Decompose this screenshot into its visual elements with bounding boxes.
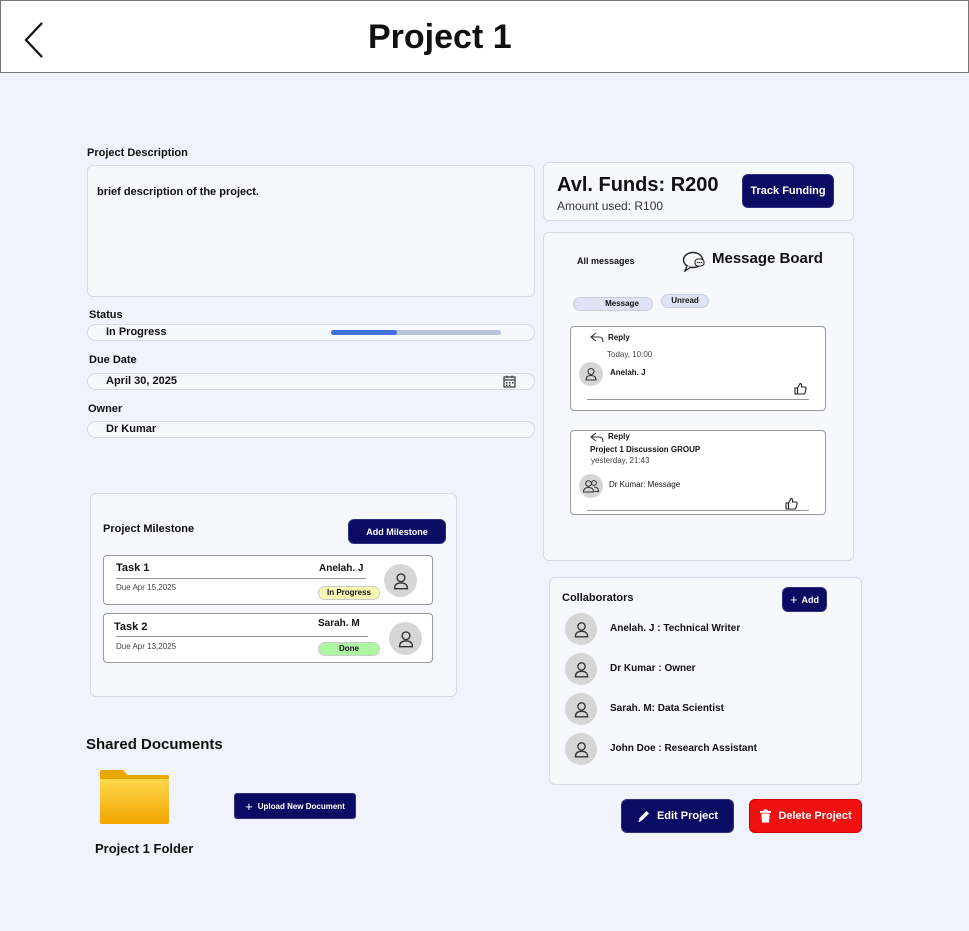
edit-project-button[interactable]: Edit Project xyxy=(621,799,734,833)
avatar xyxy=(565,733,597,765)
add-milestone-button[interactable]: Add Milestone xyxy=(348,519,446,544)
add-milestone-label: Add Milestone xyxy=(366,526,428,537)
due-date-label: Due Date xyxy=(89,354,137,366)
collaborators-card: Collaborators + Add Anelah. J : Technica… xyxy=(549,577,862,785)
owner-value: Dr Kumar xyxy=(106,423,157,435)
status-progress-bar xyxy=(331,330,501,335)
description-box[interactable]: brief description of the project. xyxy=(87,165,535,297)
user-icon xyxy=(574,661,588,677)
pencil-icon xyxy=(638,811,649,822)
task-assignee: Sarah. M xyxy=(318,618,360,629)
upload-document-label: Upload New Document xyxy=(257,801,345,811)
user-icon xyxy=(398,630,413,647)
collaborators-title: Collaborators xyxy=(562,592,634,604)
task-due: Due Apr 13,2025 xyxy=(116,642,177,651)
reply-label[interactable]: Reply xyxy=(608,333,630,342)
add-collaborator-label: Add xyxy=(801,594,820,605)
collaborator-row[interactable]: Dr Kumar : Owner xyxy=(565,653,845,685)
user-icon xyxy=(393,572,408,589)
description-label: Project Description xyxy=(87,147,188,159)
divider xyxy=(587,399,809,400)
group-avatar xyxy=(579,474,603,498)
task-status-badge: Done xyxy=(318,642,380,656)
user-icon xyxy=(585,367,597,381)
plus-icon: + xyxy=(789,592,798,607)
collaborator-name: Anelah. J : Technical Writer xyxy=(610,623,741,634)
owner-field[interactable]: Dr Kumar xyxy=(87,421,535,438)
all-messages-link[interactable]: All messages xyxy=(577,256,635,266)
edit-project-label: Edit Project xyxy=(656,810,719,822)
message-board-card: All messages Message Board Message Unrea… xyxy=(543,232,854,561)
thumbs-up-icon[interactable] xyxy=(785,497,798,510)
message-time: yesterday, 21:43 xyxy=(591,456,650,465)
message-author: Dr Kumar: Message xyxy=(609,480,681,489)
available-funds: Avl. Funds: R200 xyxy=(557,174,719,196)
task-row[interactable]: Task 1 Due Apr 15,2025 Anelah. J In Prog… xyxy=(103,555,433,605)
message-card[interactable]: Reply Project 1 Discussion GROUP yesterd… xyxy=(570,430,826,515)
amount-used: Amount used: R100 xyxy=(557,199,664,213)
collaborator-row[interactable]: Sarah. M: Data Scientist xyxy=(565,693,845,725)
avatar xyxy=(579,362,603,386)
shared-documents-title: Shared Documents xyxy=(86,736,223,753)
thumbs-up-icon[interactable] xyxy=(794,382,807,395)
track-funding-button[interactable]: Track Funding xyxy=(742,174,834,208)
reply-label[interactable]: Reply xyxy=(608,432,630,441)
delete-project-button[interactable]: Delete Project xyxy=(749,799,862,833)
reply-icon[interactable] xyxy=(590,432,604,443)
message-board-title: Message Board xyxy=(712,250,823,267)
folder-name[interactable]: Project 1 Folder xyxy=(95,841,193,856)
upload-document-button[interactable]: + Upload New Document xyxy=(234,793,356,819)
task-row[interactable]: Task 2 Due Apr 13,2025 Sarah. M Done xyxy=(103,613,433,663)
back-arrow-icon[interactable] xyxy=(22,20,48,60)
task-name: Task 2 xyxy=(114,621,148,633)
group-name: Project 1 Discussion GROUP xyxy=(590,445,701,454)
calendar-icon[interactable] xyxy=(503,375,516,388)
plus-icon: + xyxy=(245,798,253,814)
task-assignee: Anelah. J xyxy=(319,563,364,574)
chat-bubble-icon xyxy=(682,251,705,272)
task-due: Due Apr 15,2025 xyxy=(116,583,177,592)
collaborator-name: Dr Kumar : Owner xyxy=(610,663,696,674)
collaborator-row[interactable]: John Doe : Research Assistant xyxy=(565,733,845,765)
description-text: brief description of the project. xyxy=(97,186,259,198)
group-users-icon xyxy=(582,480,600,493)
avatar xyxy=(384,564,417,597)
avatar xyxy=(565,653,597,685)
divider xyxy=(116,578,366,579)
collaborator-row[interactable]: Anelah. J : Technical Writer xyxy=(565,613,845,645)
user-icon xyxy=(574,741,588,757)
trash-icon xyxy=(760,809,772,823)
reply-icon[interactable] xyxy=(590,332,604,343)
task-name: Task 1 xyxy=(116,562,150,574)
track-funding-label: Track Funding xyxy=(750,185,826,197)
funds-card: Avl. Funds: R200 Amount used: R100 Track… xyxy=(543,162,854,221)
status-value: In Progress xyxy=(106,326,167,338)
avatar xyxy=(389,622,422,655)
due-date-field[interactable]: April 30, 2025 xyxy=(87,373,535,390)
divider xyxy=(587,510,809,511)
message-card[interactable]: Reply Today, 10:00 Anelah. J xyxy=(570,326,826,411)
filter-unread-tab[interactable]: Unread xyxy=(661,294,709,308)
message-time: Today, 10:00 xyxy=(607,350,653,359)
collaborator-name: John Doe : Research Assistant xyxy=(610,743,757,754)
collaborator-name: Sarah. M: Data Scientist xyxy=(610,703,724,714)
avatar xyxy=(565,613,597,645)
user-icon xyxy=(574,701,588,717)
due-date-value: April 30, 2025 xyxy=(106,375,177,387)
task-status-badge: In Progress xyxy=(318,586,380,600)
add-collaborator-button[interactable]: + Add xyxy=(782,587,827,612)
delete-project-label: Delete Project xyxy=(778,810,852,822)
milestone-title: Project Milestone xyxy=(103,523,195,535)
user-icon xyxy=(574,621,588,637)
divider xyxy=(116,636,368,637)
milestone-card: Project Milestone Add Milestone Task 1 D… xyxy=(90,493,457,697)
folder-icon[interactable] xyxy=(99,769,170,825)
status-label: Status xyxy=(89,309,123,321)
page-title: Project 1 xyxy=(368,18,512,56)
owner-label: Owner xyxy=(88,403,123,415)
message-author: Anelah. J xyxy=(610,368,646,377)
filter-message-tab[interactable]: Message xyxy=(573,297,653,311)
status-progress-fill xyxy=(331,330,398,335)
avatar xyxy=(565,693,597,725)
